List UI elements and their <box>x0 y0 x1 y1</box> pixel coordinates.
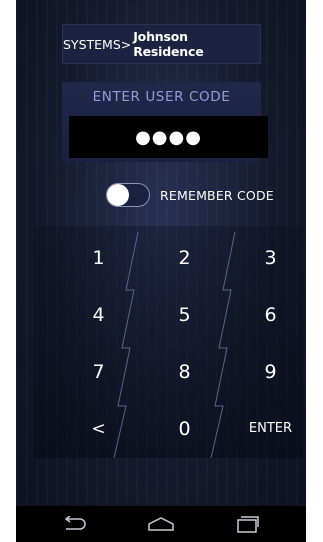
system-selector[interactable]: SYSTEMS> Johnson Residence <box>62 24 261 64</box>
key-0[interactable]: 0 <box>140 400 229 457</box>
enter-key[interactable]: ENTER <box>226 400 306 457</box>
key-8[interactable]: 8 <box>140 343 229 400</box>
key-9[interactable]: 9 <box>226 343 306 400</box>
toggle-knob <box>107 184 129 206</box>
key-5[interactable]: 5 <box>140 286 229 343</box>
residence-name: Johnson Residence <box>133 29 204 59</box>
recent-apps-icon[interactable] <box>227 512 267 536</box>
remember-code-toggle[interactable] <box>106 183 150 207</box>
key-7[interactable]: 7 <box>54 343 143 400</box>
key-4[interactable]: 4 <box>54 286 143 343</box>
app-screen: SYSTEMS> Johnson Residence ENTER USER CO… <box>16 0 306 542</box>
enter-user-code-label: ENTER USER CODE <box>92 89 231 105</box>
key-3[interactable]: 3 <box>226 229 306 286</box>
key-1[interactable]: 1 <box>54 229 143 286</box>
android-navbar <box>16 506 306 542</box>
key-6[interactable]: 6 <box>226 286 306 343</box>
remember-code-label: REMEMBER CODE <box>160 187 274 203</box>
home-icon[interactable] <box>141 512 181 536</box>
keypad: 1 2 3 4 5 6 7 8 9 < 0 ENTER <box>34 226 303 458</box>
backspace-key[interactable]: < <box>54 400 143 457</box>
remember-code-row: REMEMBER CODE <box>106 182 274 208</box>
back-icon[interactable] <box>54 512 94 536</box>
user-code-field[interactable]: ●●●● <box>69 116 268 158</box>
key-2[interactable]: 2 <box>140 229 229 286</box>
systems-breadcrumb[interactable]: SYSTEMS> <box>63 37 131 52</box>
